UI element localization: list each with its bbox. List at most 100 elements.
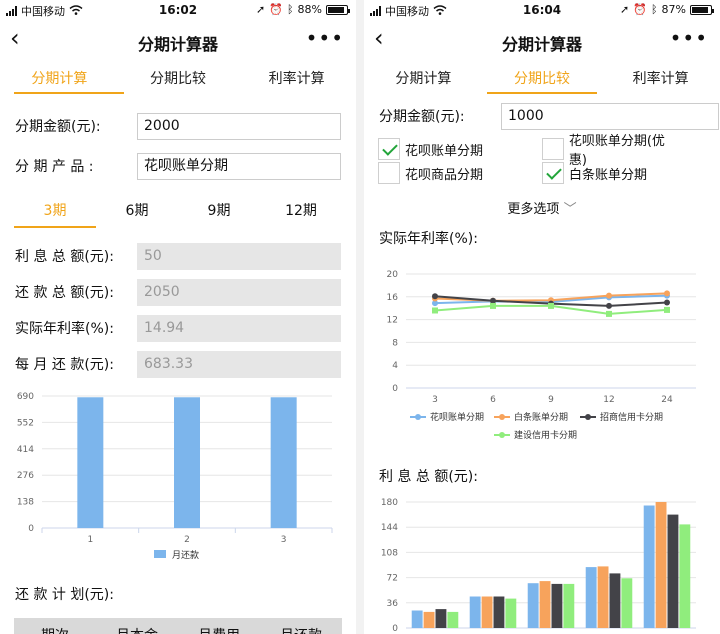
bar-interest <box>643 505 655 628</box>
legend-marker <box>499 432 505 438</box>
y-tick-label: 276 <box>17 471 34 481</box>
checkbox-huabei-goods[interactable] <box>378 162 400 184</box>
bar-interest <box>679 524 691 628</box>
bar-interest <box>621 578 633 628</box>
tab-installment-calc[interactable]: 分期计算 <box>0 60 119 94</box>
y-tick-label: 138 <box>17 498 34 508</box>
x-tick-label: 6 <box>490 395 496 405</box>
alarm-icon: ⏰ <box>269 3 283 16</box>
period-tab-6[interactable]: 6期 <box>96 194 178 228</box>
location-icon: ➚ <box>256 3 266 16</box>
bar-monthly-repay <box>270 397 297 528</box>
y-tick-label: 552 <box>17 418 34 428</box>
checkbox-baitiao-bill[interactable] <box>542 162 564 184</box>
interest-total-label: 利 息 总 额(元): <box>15 249 114 265</box>
bar-monthly-repay <box>174 397 200 528</box>
repay-plan-header: 期次 月本金 月费用 月还款 <box>14 618 342 634</box>
monthly-repay-label: 每 月 还 款(元): <box>15 357 114 373</box>
product-label: 白条账单分期 <box>569 167 648 183</box>
y-tick-label: 36 <box>387 599 399 609</box>
screen-installment-calc: 中国移动 16:02 ➚ ⏰ ᛒ 88% ‹ 分期计算器 ••• 分期计算 分期… <box>0 0 356 634</box>
status-bar: 中国移动 16:04 ➚ ⏰ ᛒ 87% <box>364 0 720 20</box>
battery-fill <box>692 6 708 13</box>
y-tick-label: 16 <box>387 293 399 303</box>
tab-installment-calc[interactable]: 分期计算 <box>364 60 483 94</box>
data-point <box>606 292 612 299</box>
bar-interest <box>493 596 505 628</box>
x-tick-label: 3 <box>281 535 287 545</box>
status-right: ➚ ⏰ ᛒ 87% <box>620 3 714 16</box>
bar-interest <box>527 583 539 628</box>
bar-interest <box>447 611 459 628</box>
tab-installment-compare[interactable]: 分期比较 <box>483 60 602 94</box>
data-point <box>490 302 496 309</box>
x-tick-label: 1 <box>87 535 93 545</box>
active-tab-indicator <box>14 92 124 94</box>
bar-interest <box>551 583 563 628</box>
y-tick-label: 0 <box>392 624 398 634</box>
amount-input[interactable]: 1000 <box>501 102 719 130</box>
checkbox-huabei-bill[interactable] <box>378 138 400 160</box>
amount-row: 分期金额(元): 1000 <box>364 98 720 134</box>
period-tab-3[interactable]: 3期 <box>14 194 96 228</box>
period-tab-12[interactable]: 12期 <box>260 194 342 228</box>
data-point <box>432 293 438 300</box>
y-tick-label: 690 <box>17 392 34 402</box>
bar-interest <box>481 596 493 628</box>
mode-tabs: 分期计算 分期比较 利率计算 <box>0 60 356 94</box>
result-row-repay: 还 款 总 额(元): 2050 <box>0 274 356 310</box>
data-point <box>664 290 670 297</box>
col-principal: 月本金 <box>96 625 178 634</box>
bluetooth-icon: ᛒ <box>286 3 294 16</box>
more-dots-icon[interactable]: ••• <box>306 28 344 48</box>
amount-input[interactable]: 2000 <box>137 112 341 140</box>
legend-label: 招商信用卡分期 <box>600 411 663 423</box>
y-tick-label: 0 <box>392 384 398 394</box>
page-title: 分期计算器 <box>501 35 582 54</box>
tab-rate-calc[interactable]: 利率计算 <box>601 60 720 94</box>
annual-rate-label: 实际年利率(%): <box>15 321 114 337</box>
legend-marker <box>415 414 421 420</box>
product-option-huabei-goods[interactable]: 花呗商品分期 <box>378 162 542 184</box>
checkbox-huabei-bill-discount[interactable] <box>542 138 564 160</box>
bar-interest <box>585 567 597 628</box>
y-tick-label: 414 <box>17 445 34 455</box>
rate-chart-title: 实际年利率(%): <box>379 231 478 247</box>
more-options-button[interactable]: 更多选项 ﹀ <box>364 198 720 218</box>
legend-label: 建设信用卡分期 <box>514 429 577 441</box>
y-tick-label: 20 <box>387 270 399 280</box>
bar-interest <box>435 609 447 628</box>
legend-marker <box>499 414 505 420</box>
product-option-huabei-bill[interactable]: 花呗账单分期 <box>378 138 542 160</box>
period-tabs: 3期 6期 9期 12期 <box>14 194 342 228</box>
interest-chart-title: 利 息 总 额(元): <box>379 469 478 485</box>
product-label: 分 期 产 品 : <box>15 159 94 175</box>
active-period-indicator <box>14 226 96 228</box>
product-option-huabei-bill-discount[interactable]: 花呗账单分期(优惠) <box>542 134 682 168</box>
x-tick-label: 9 <box>548 395 554 405</box>
y-tick-label: 8 <box>392 338 398 348</box>
y-tick-label: 72 <box>387 574 398 584</box>
mode-tabs: 分期计算 分期比较 利率计算 <box>364 60 720 94</box>
more-dots-icon[interactable]: ••• <box>670 28 708 48</box>
product-select[interactable]: 花呗账单分期 <box>137 152 341 180</box>
more-options-label: 更多选项 <box>507 202 560 217</box>
y-tick-label: 0 <box>28 524 34 534</box>
data-point <box>606 310 612 317</box>
status-right: ➚ ⏰ ᛒ 88% <box>256 3 350 16</box>
period-tab-9[interactable]: 9期 <box>178 194 260 228</box>
screen-divider <box>356 0 364 634</box>
active-tab-indicator <box>487 92 597 94</box>
interest-total-field: 50 <box>137 242 341 270</box>
status-bar: 中国移动 16:02 ➚ ⏰ ᛒ 88% <box>0 0 356 20</box>
monthly-repay-chart: 0 138 276 414 552 690 1 2 3 月还款 <box>17 392 333 561</box>
annual-rate-chart: 0 4 8 12 16 20 3 6 9 12 24 花呗账单分期 白条账单分期 招商信用卡分期建设信用卡… <box>387 270 696 441</box>
bar-interest <box>609 573 621 628</box>
x-tick-label: 24 <box>661 395 673 405</box>
tab-rate-calc[interactable]: 利率计算 <box>237 60 356 94</box>
result-row-monthly: 每 月 还 款(元): 683.33 <box>0 346 356 382</box>
tab-installment-compare[interactable]: 分期比较 <box>119 60 238 94</box>
x-tick-label: 12 <box>603 395 614 405</box>
data-point <box>664 306 670 313</box>
product-option-baitiao-bill[interactable]: 白条账单分期 <box>542 162 682 184</box>
